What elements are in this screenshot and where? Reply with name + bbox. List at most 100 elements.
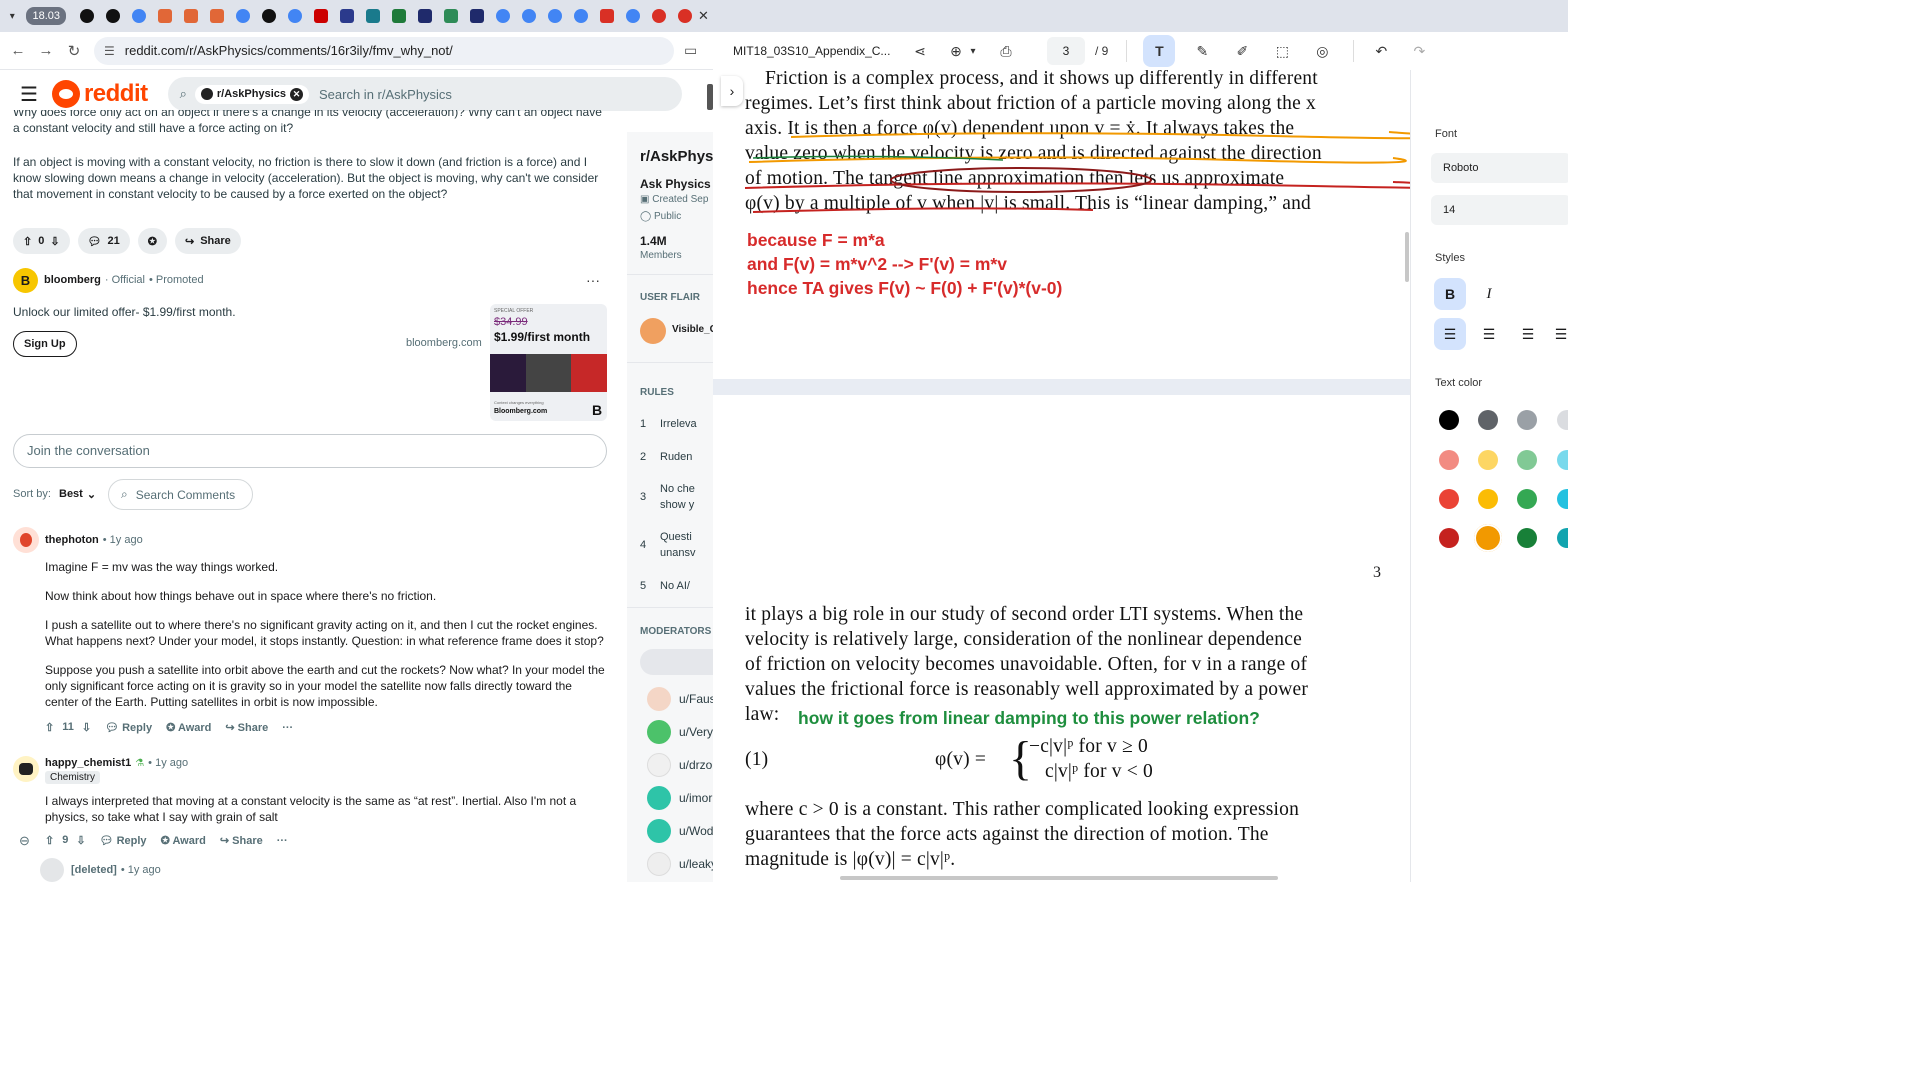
downvote-icon[interactable]: ⇩	[50, 235, 59, 248]
color-swatch[interactable]	[1439, 410, 1459, 430]
search-comments[interactable]: ⌕ Search Comments	[108, 479, 253, 510]
tab-favicon-2[interactable]	[100, 0, 126, 32]
tab-favicon-4[interactable]	[334, 0, 360, 32]
color-swatch[interactable]	[1557, 410, 1568, 430]
tab-favicon-1[interactable]	[74, 0, 100, 32]
color-swatch[interactable]	[1478, 489, 1498, 509]
tab-favicon-google-red[interactable]	[672, 0, 698, 32]
tab-favicon-google[interactable]	[542, 0, 568, 32]
sidebar-title[interactable]: r/AskPhysi	[640, 148, 718, 165]
downvote-icon[interactable]: ⇩	[76, 834, 85, 847]
color-swatch[interactable]	[1517, 489, 1537, 509]
upvote-icon[interactable]: ⇧	[45, 721, 54, 734]
color-swatch[interactable]	[1439, 450, 1459, 470]
color-swatch[interactable]	[1439, 489, 1459, 509]
text-tool-icon[interactable]: T	[1143, 35, 1176, 67]
tab-favicon-yahoo[interactable]	[308, 0, 334, 32]
reply-button[interactable]: 💬︎ Reply	[100, 834, 147, 847]
color-swatch[interactable]	[1557, 489, 1568, 509]
rule-item[interactable]: 4 Questi unansv	[640, 521, 713, 569]
tab-favicon-6[interactable]	[386, 0, 412, 32]
upvote-icon[interactable]: ⇧	[45, 834, 54, 847]
tab-favicon-8[interactable]	[438, 0, 464, 32]
moderator-item[interactable]: u/Very	[647, 715, 717, 748]
tab-favicon-google[interactable]	[126, 0, 152, 32]
more-options-icon[interactable]: ···	[282, 722, 293, 734]
tab-favicon-matlab[interactable]	[204, 0, 230, 32]
horizontal-scrollbar[interactable]	[840, 876, 1278, 880]
reply-button[interactable]: 💬︎ Reply	[105, 721, 152, 734]
tab-favicon-5[interactable]	[360, 0, 386, 32]
red-annotation-line[interactable]: because F = m*a	[747, 230, 885, 251]
rule-item[interactable]: 1 Irreleva	[640, 407, 713, 440]
comments-button[interactable]: 💬︎ 21	[77, 228, 130, 254]
reddit-logo[interactable]: reddit	[51, 80, 148, 108]
award-button[interactable]: ✪	[137, 228, 167, 254]
moderator-item[interactable]: u/Wod	[647, 814, 717, 847]
message-mods-button[interactable]	[640, 649, 713, 675]
font-size-select[interactable]: 14	[1431, 195, 1568, 225]
align-left-icon[interactable]: ☰	[1434, 318, 1466, 350]
color-swatch[interactable]	[1557, 450, 1568, 470]
avatar[interactable]	[13, 756, 39, 782]
tab-favicon-google[interactable]	[490, 0, 516, 32]
ad-signup-button[interactable]: Sign Up	[13, 331, 77, 357]
comment-author[interactable]: thephoton	[45, 534, 99, 546]
forward-icon[interactable]: →	[32, 42, 60, 59]
subreddit-search[interactable]: ⌕ r/AskPhysics ✕ Search in r/AskPhysics	[167, 77, 682, 111]
tab-favicon-matlab[interactable]	[178, 0, 204, 32]
tab-favicon-gmail[interactable]	[594, 0, 620, 32]
red-annotation-line[interactable]: hence TA gives F(v) ~ F(0) + F'(v)*(v-0)	[747, 278, 1062, 299]
green-annotation[interactable]: how it goes from linear damping to this …	[798, 708, 1260, 729]
tab-favicon-google[interactable]	[620, 0, 646, 32]
join-conversation-input[interactable]: Join the conversation	[13, 434, 607, 468]
color-swatch[interactable]	[1557, 528, 1568, 548]
reload-icon[interactable]: ↻	[60, 42, 88, 60]
close-tab-icon[interactable]: ✕	[698, 8, 709, 24]
red-annotation-line[interactable]: and F(v) = m*v^2 --> F'(v) = m*v	[747, 254, 1007, 275]
tab-favicon-matlab[interactable]	[152, 0, 178, 32]
print-icon[interactable]: ⎙	[995, 40, 1017, 62]
tab-favicon-9[interactable]	[464, 0, 490, 32]
avatar[interactable]	[640, 318, 666, 344]
color-swatch[interactable]	[1517, 410, 1537, 430]
align-justify-icon[interactable]: ☰	[1551, 318, 1568, 350]
italic-button[interactable]: I	[1473, 278, 1505, 310]
tab-group-chip[interactable]: 18.03	[26, 7, 67, 25]
bold-button[interactable]: B	[1434, 278, 1466, 310]
moderator-item[interactable]: u/drzo	[647, 748, 717, 781]
moderator-item[interactable]: u/Faus	[647, 682, 717, 715]
tab-search-button[interactable]: ▾	[4, 4, 20, 28]
color-swatch[interactable]	[1439, 528, 1459, 548]
avatar[interactable]	[13, 527, 39, 553]
upvote-icon[interactable]: ⇧	[23, 235, 32, 248]
vertical-scrollbar[interactable]	[1405, 232, 1409, 282]
advertiser-name[interactable]: bloomberg	[44, 274, 101, 286]
collapse-thread-icon[interactable]: ⊖	[19, 833, 30, 849]
sort-dropdown[interactable]: Best ⌄	[59, 488, 96, 501]
page-number-input[interactable]: 3	[1047, 37, 1085, 65]
tab-favicon-google[interactable]	[568, 0, 594, 32]
share-button[interactable]: ↪ Share	[220, 834, 263, 847]
rule-item[interactable]: 2 Ruden	[640, 440, 713, 473]
award-button[interactable]: ✪ Award	[161, 834, 206, 847]
downvote-icon[interactable]: ⇩	[82, 721, 91, 734]
search-scope-chip[interactable]: r/AskPhysics ✕	[194, 84, 309, 104]
highlighter-icon[interactable]: ✐	[1231, 40, 1253, 62]
color-swatch[interactable]	[1517, 528, 1537, 548]
ad-image[interactable]: SPECIAL OFFER $34.99 $1.99/first month C…	[490, 304, 607, 421]
share-icon[interactable]: ⋖	[909, 40, 931, 62]
color-swatch[interactable]	[1478, 450, 1498, 470]
cast-icon[interactable]: ▭	[684, 42, 697, 59]
award-button[interactable]: ✪ Award	[166, 721, 211, 734]
flair-username[interactable]: Visible_C	[672, 324, 717, 335]
advertiser-avatar[interactable]: B	[13, 268, 38, 293]
tab-favicon-google[interactable]	[282, 0, 308, 32]
color-swatch[interactable]	[1478, 410, 1498, 430]
ad-more-icon[interactable]: ···	[586, 272, 600, 288]
align-center-icon[interactable]: ☰	[1473, 318, 1505, 350]
zoom-icon[interactable]: ⊕	[945, 40, 967, 62]
select-region-icon[interactable]: ⬚	[1271, 40, 1293, 62]
tab-favicon-7[interactable]	[412, 0, 438, 32]
align-right-icon[interactable]: ☰	[1512, 318, 1544, 350]
